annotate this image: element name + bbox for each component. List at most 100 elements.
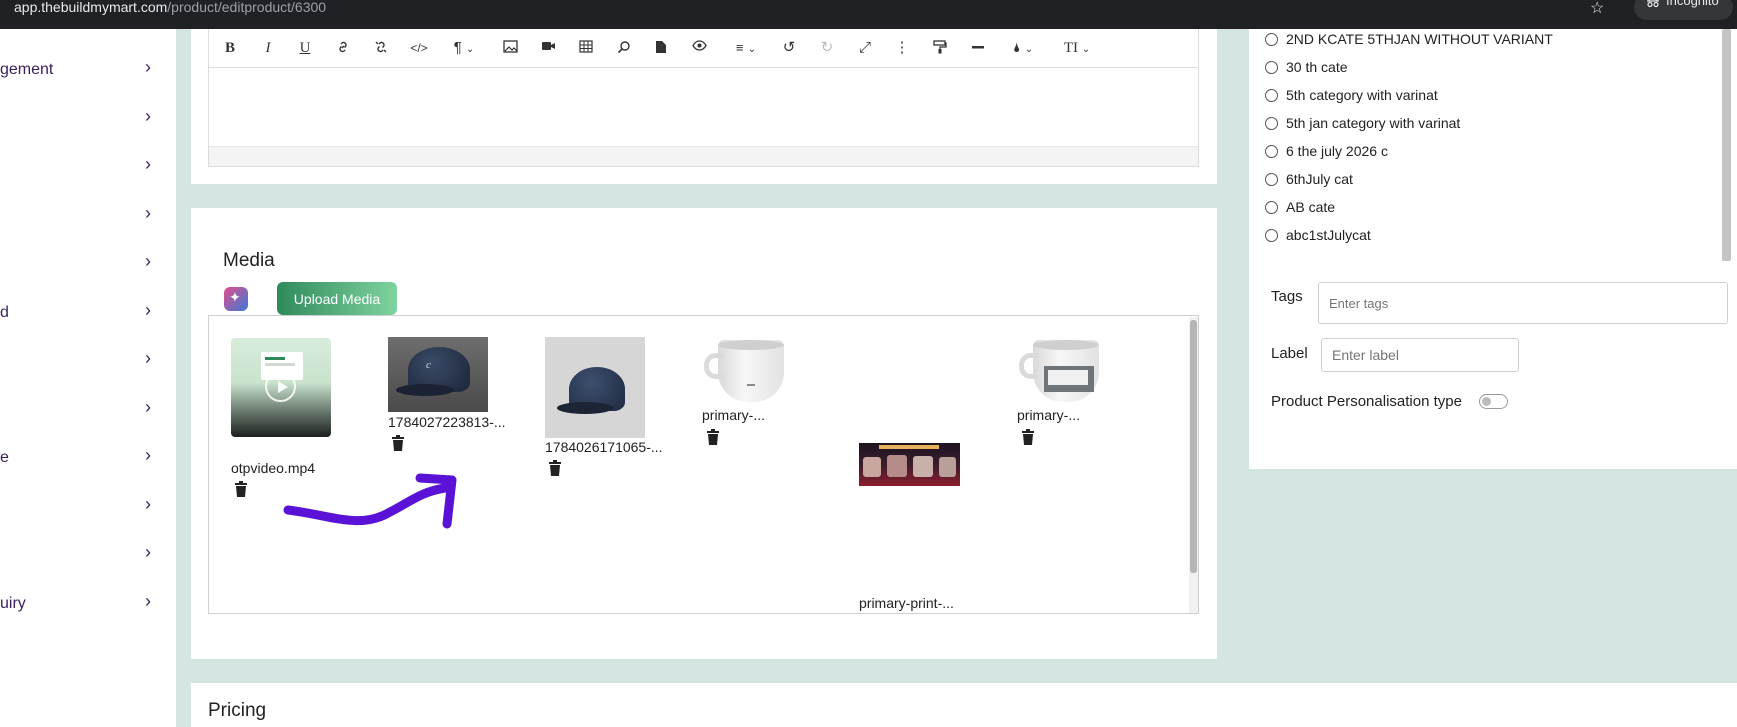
sidebar-item[interactable]: ›	[0, 201, 176, 231]
chevron-right-icon: ›	[145, 106, 151, 126]
sidebar-item-management[interactable]: gement ›	[0, 55, 176, 85]
media-thumbnail-video[interactable]	[231, 338, 331, 437]
radio-button[interactable]	[1265, 61, 1278, 74]
chevron-right-icon: ›	[145, 300, 151, 320]
bold-icon[interactable]: B	[221, 37, 239, 59]
category-label: AB cate	[1286, 199, 1336, 215]
media-filename: primary-print-...	[859, 595, 954, 611]
radio-button[interactable]	[1265, 173, 1278, 186]
media-thumbnail-image[interactable]: c	[388, 337, 488, 412]
sidebar-item[interactable]: ›	[0, 104, 176, 134]
media-thumbnail-image[interactable]	[545, 337, 645, 438]
video-icon[interactable]	[539, 37, 557, 59]
incognito-label: Incognito	[1666, 0, 1719, 8]
underline-icon[interactable]: U	[296, 37, 314, 59]
sidebar-item[interactable]: ›	[0, 540, 176, 570]
horizontal-line-icon[interactable]	[969, 37, 987, 59]
paint-format-icon[interactable]	[931, 37, 949, 59]
personalisation-label: Product Personalisation type	[1271, 393, 1462, 410]
color-icon[interactable]: 🌢 ⌄	[1006, 37, 1040, 59]
sidebar-item[interactable]: d ›	[0, 298, 176, 328]
browser-bar: app.thebuildmymart.com/product/editprodu…	[0, 0, 1737, 29]
sidebar-item[interactable]: ›	[0, 395, 176, 425]
radio-button[interactable]	[1265, 201, 1278, 214]
incognito-badge[interactable]: Incognito	[1634, 0, 1733, 20]
media-filename: primary-...	[1017, 407, 1080, 423]
chevron-right-icon: ›	[145, 397, 151, 417]
radio-button[interactable]	[1265, 145, 1278, 158]
sidebar-item-label: gement	[0, 61, 54, 78]
gallery-scrollbar-thumb[interactable]	[1190, 320, 1197, 573]
category-list-scrollbar[interactable]	[1722, 29, 1731, 261]
media-filename: primary-...	[702, 407, 765, 423]
label-field-label: Label	[1271, 345, 1308, 362]
preview-icon[interactable]	[690, 37, 708, 59]
editor-content[interactable]	[209, 69, 1198, 146]
delete-trash-icon[interactable]	[548, 460, 562, 476]
image-icon[interactable]	[501, 37, 519, 59]
radio-button[interactable]	[1265, 89, 1278, 102]
align-icon[interactable]: ≡ ⌄	[728, 37, 764, 59]
fullscreen-icon[interactable]: ⤢	[856, 37, 874, 59]
sidebar-item-enquiry[interactable]: uiry ›	[0, 589, 176, 619]
file-icon[interactable]	[652, 37, 670, 59]
url-path: /product/editproduct/6300	[167, 0, 327, 15]
paragraph-format-icon[interactable]: ¶ ⌄	[447, 37, 481, 59]
category-label: abc1stJulycat	[1286, 227, 1371, 243]
undo-icon[interactable]: ↺	[780, 37, 798, 59]
upload-media-button[interactable]: Upload Media	[277, 282, 397, 315]
category-label: 6thJuly cat	[1286, 171, 1353, 187]
radio-button[interactable]	[1265, 33, 1278, 46]
tags-input[interactable]	[1318, 282, 1728, 324]
chevron-right-icon: ›	[145, 542, 151, 562]
radio-button[interactable]	[1265, 229, 1278, 242]
bookmark-star-icon[interactable]: ☆	[1590, 0, 1604, 18]
media-filename: 1784027223813-...	[388, 414, 506, 430]
editor-status-bar	[209, 146, 1198, 166]
table-icon[interactable]	[577, 37, 595, 59]
incognito-icon	[1647, 0, 1659, 8]
category-label: 6 the july 2026 c	[1286, 143, 1388, 159]
url-domain: app.thebuildmymart.com	[14, 0, 168, 15]
drag-annotation-arrow-icon	[283, 473, 457, 529]
sidebar-item[interactable]: ›	[0, 152, 176, 182]
sidebar-item[interactable]: e ›	[0, 443, 176, 473]
category-label: 5th jan category with varinat	[1286, 115, 1461, 131]
media-thumbnail-image[interactable]	[1017, 337, 1117, 407]
link-icon[interactable]	[334, 37, 352, 59]
sidebar-item-label: uiry	[0, 595, 26, 612]
rich-text-editor: B I U </> ¶ ⌄ ≡ ⌄ ↺ ↻ ⤢ ⋮ 🌢 ⌄ TI ⌄	[208, 29, 1199, 167]
chevron-right-icon: ›	[145, 445, 151, 465]
delete-trash-icon[interactable]	[1021, 429, 1035, 445]
unlink-icon[interactable]	[372, 37, 390, 59]
chevron-right-icon: ›	[145, 251, 151, 271]
code-view-icon[interactable]: </>	[409, 37, 429, 59]
chevron-right-icon: ›	[145, 348, 151, 368]
media-title: Media	[223, 250, 275, 271]
sidebar-item[interactable]: ›	[0, 492, 176, 522]
pricing-title: Pricing	[208, 700, 267, 721]
radio-button[interactable]	[1265, 117, 1278, 130]
delete-trash-icon[interactable]	[234, 481, 248, 497]
label-input[interactable]	[1321, 338, 1519, 372]
delete-trash-icon[interactable]	[706, 429, 720, 445]
italic-icon[interactable]: I	[259, 37, 277, 59]
delete-trash-icon[interactable]	[391, 435, 405, 451]
ai-sparkle-icon[interactable]: ✦	[224, 287, 248, 311]
address-bar[interactable]: app.thebuildmymart.com/product/editprodu…	[14, 0, 326, 14]
media-filename: 1784026171065-...	[545, 439, 663, 455]
editor-toolbar: B I U </> ¶ ⌄ ≡ ⌄ ↺ ↻ ⤢ ⋮ 🌢 ⌄ TI ⌄	[209, 29, 1198, 68]
more-icon[interactable]: ⋮	[893, 37, 911, 59]
sidebar-item[interactable]: ›	[0, 249, 176, 279]
text-size-icon[interactable]: TI ⌄	[1057, 37, 1097, 59]
chevron-right-icon: ›	[145, 591, 151, 611]
sidebar-item-label: d	[0, 304, 9, 321]
find-icon[interactable]	[615, 37, 633, 59]
sidebar: gement › › › › › d › › › e › › › uiry ›	[0, 29, 176, 727]
redo-icon[interactable]: ↻	[818, 37, 836, 59]
chevron-right-icon: ›	[145, 494, 151, 514]
personalisation-toggle[interactable]	[1479, 394, 1508, 409]
media-thumbnail-image[interactable]	[859, 443, 960, 486]
sidebar-item[interactable]: ›	[0, 346, 176, 376]
media-thumbnail-image[interactable]	[702, 337, 802, 407]
